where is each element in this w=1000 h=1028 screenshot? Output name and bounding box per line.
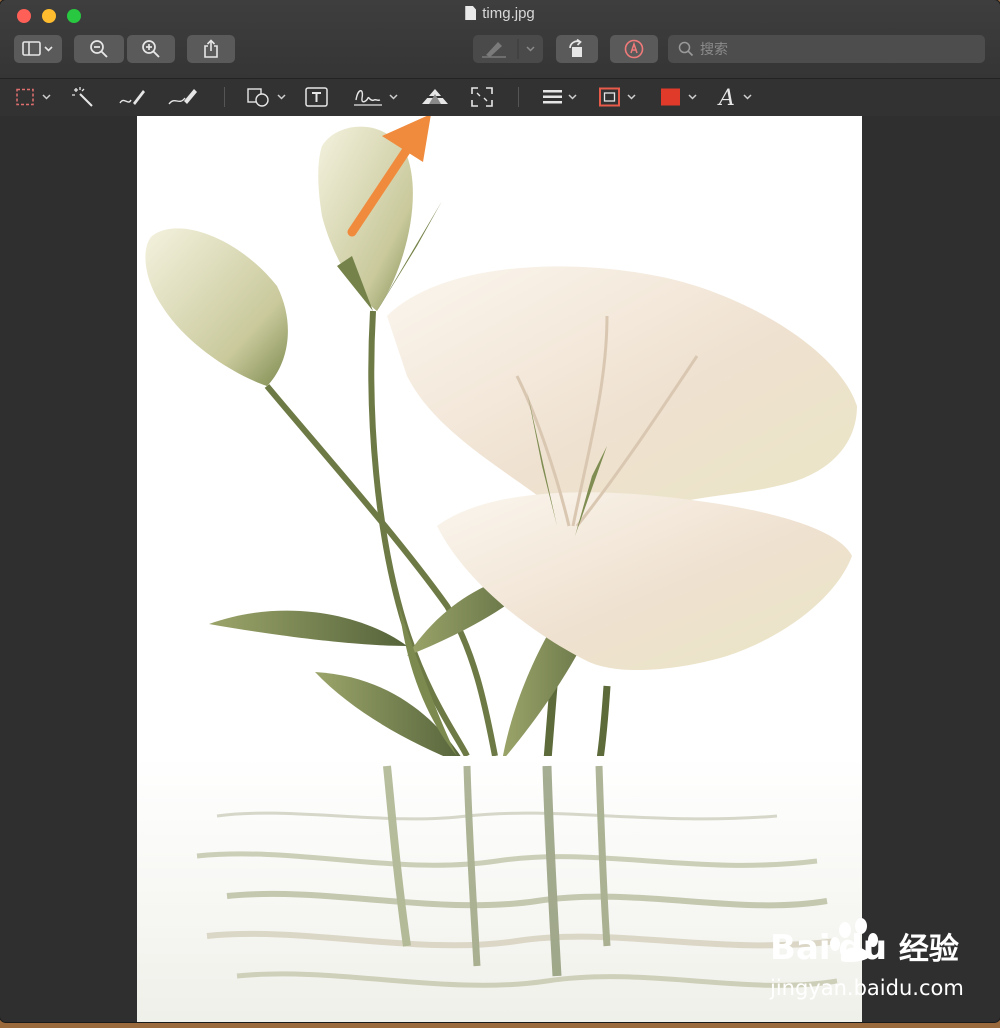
search-icon <box>678 41 694 57</box>
text-tool-button[interactable] <box>304 85 330 109</box>
watermark-url: jingyan.baidu.com <box>770 976 964 1000</box>
share-icon <box>204 39 218 58</box>
border-color-button[interactable] <box>597 85 643 109</box>
sketch-tool-button[interactable] <box>118 85 146 109</box>
draw-icon <box>168 89 197 105</box>
preview-window: timg.jpg 搜索 A <box>0 0 1000 1022</box>
resize-icon <box>471 87 493 107</box>
document-canvas <box>0 116 1000 1022</box>
toolbar-divider-2 <box>518 87 519 107</box>
prism-icon <box>422 89 448 104</box>
zoom-in-button[interactable] <box>127 35 175 63</box>
instant-alpha-button[interactable] <box>70 85 96 109</box>
shapes-tool-button[interactable] <box>246 85 290 109</box>
title-bar: timg.jpg 搜索 <box>0 0 1000 78</box>
shapes-icon <box>247 88 286 107</box>
brand-latin: Bai <box>770 928 831 968</box>
adjust-color-button[interactable] <box>420 85 450 109</box>
brand-latin-2: du <box>838 928 888 968</box>
share-button[interactable] <box>187 35 235 63</box>
border-color-icon <box>599 87 636 107</box>
baidu-jingyan-watermark: Bai du 经验 jingyan.baidu.com <box>770 918 990 1010</box>
line-weight-icon <box>543 90 577 104</box>
sidebar-icon <box>22 41 53 56</box>
rotate-button[interactable] <box>556 35 598 63</box>
markup-toolbar: A <box>0 78 1000 117</box>
shape-style-button[interactable] <box>540 85 582 109</box>
zoom-out-icon <box>90 40 108 58</box>
zoom-out-button[interactable] <box>74 35 124 63</box>
signature-icon <box>354 90 398 106</box>
annotation-arrow <box>347 116 431 237</box>
document-icon <box>465 6 477 20</box>
markup-pen-icon <box>624 39 644 59</box>
sign-tool-button[interactable] <box>352 85 402 109</box>
toolbar-divider <box>224 87 225 107</box>
text-style-button[interactable]: A <box>717 85 759 109</box>
sketch-icon <box>119 90 145 105</box>
watermark-brand: Bai du 经验 <box>770 924 959 968</box>
highlight-button[interactable] <box>473 35 543 63</box>
rotate-left-icon <box>569 39 582 57</box>
font-italic-a-icon: A <box>717 86 752 108</box>
fill-color-button[interactable] <box>658 85 704 109</box>
search-field[interactable]: 搜索 <box>668 35 985 63</box>
text-box-icon <box>305 87 328 107</box>
brand-cn: 经验 <box>898 932 959 967</box>
draw-tool-button[interactable] <box>167 85 199 109</box>
highlighter-icon <box>482 39 535 59</box>
zoom-in-icon <box>142 40 160 58</box>
selection-tool-button[interactable] <box>15 85 55 109</box>
markup-button[interactable] <box>610 35 658 63</box>
svg-text:A: A <box>717 86 735 108</box>
rectangular-selection-icon <box>16 88 51 106</box>
magic-wand-icon <box>72 87 93 107</box>
adjust-size-button[interactable] <box>470 85 494 109</box>
window-title-text: timg.jpg <box>482 5 535 22</box>
sidebar-view-button[interactable] <box>14 35 62 63</box>
fill-color-icon <box>661 88 697 106</box>
window-title: timg.jpg <box>0 5 1000 22</box>
search-placeholder: 搜索 <box>700 41 728 57</box>
